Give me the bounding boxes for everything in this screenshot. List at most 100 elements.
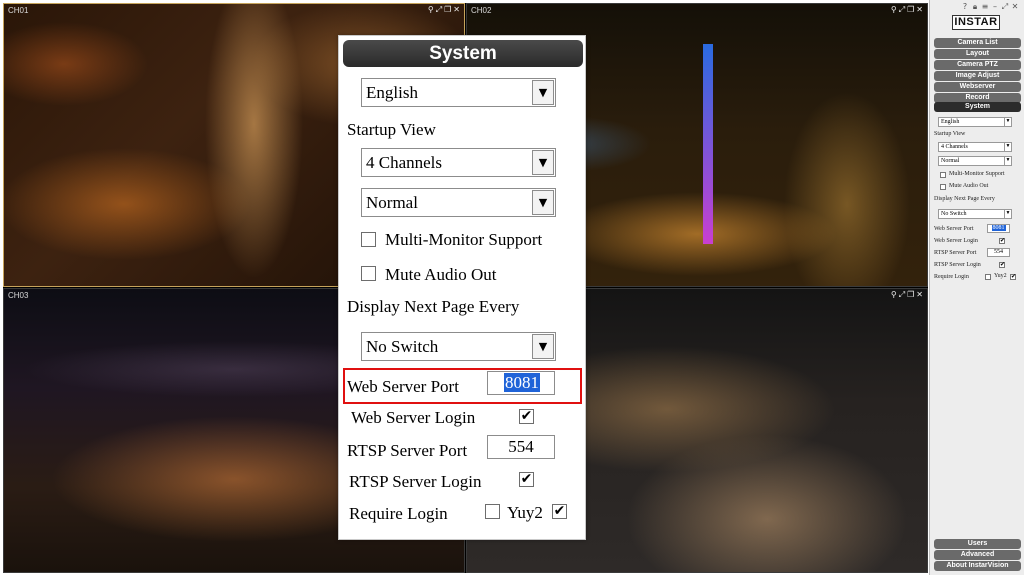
- close-icon[interactable]: ✕: [916, 5, 924, 14]
- sidebar-view-mode-value: Normal: [941, 158, 960, 164]
- sidebar-display-next-label: Display Next Page Every: [934, 196, 995, 202]
- nav-webserver[interactable]: Webserver: [934, 82, 1021, 92]
- nav-users[interactable]: Users: [934, 539, 1021, 549]
- help-icon[interactable]: ?: [960, 2, 970, 11]
- startup-view-label: Startup View: [347, 120, 436, 139]
- rtsp-server-port-input[interactable]: 554: [487, 435, 555, 459]
- sidebar-language-value: English: [941, 119, 960, 125]
- restore-icon[interactable]: ❐: [444, 5, 452, 14]
- rtsp-server-login-label: RTSP Server Login: [349, 472, 482, 491]
- sidebar-web-login-label: Web Server Login: [934, 238, 978, 244]
- nav-system[interactable]: System: [934, 102, 1021, 112]
- sidebar-web-port-value: 8081: [991, 225, 1006, 231]
- sidebar-view-mode-select[interactable]: Normal ▼: [938, 156, 1012, 166]
- sidebar-yuy2-label: Yuy2: [994, 273, 1007, 279]
- camera-toolbar: ⚲⤢❐✕: [427, 5, 461, 15]
- nav-image-adjust[interactable]: Image Adjust: [934, 71, 1021, 81]
- display-next-page-label: Display Next Page Every: [347, 297, 520, 316]
- display-next-value: No Switch: [366, 337, 439, 356]
- chevron-down-icon: ▼: [1004, 210, 1011, 218]
- chevron-down-icon: ▼: [532, 190, 554, 215]
- pin-icon[interactable]: ⚲: [428, 5, 435, 14]
- sidebar-startup-view-label: Startup View: [934, 131, 966, 137]
- rtsp-server-port-label: RTSP Server Port: [347, 441, 468, 460]
- web-server-port-label: Web Server Port: [347, 377, 459, 396]
- display-next-page-select[interactable]: No Switch ▼: [361, 332, 556, 361]
- minimize-icon[interactable]: –: [990, 2, 1000, 11]
- web-server-login-label: Web Server Login: [351, 408, 476, 427]
- nav-camera-list[interactable]: Camera List: [934, 38, 1021, 48]
- multi-monitor-label: Multi-Monitor Support: [385, 230, 543, 249]
- yuy2-label: Yuy2: [507, 503, 543, 522]
- chevron-down-icon: ▼: [532, 334, 554, 359]
- right-sidebar: ? 🔒︎ ≡ – ⤢ ✕ INSTAR Camera List Layout Camera…: [929, 0, 1024, 575]
- sidebar-display-next-value: No Switch: [941, 211, 967, 217]
- sidebar-require-login-label: Require Login: [934, 274, 969, 280]
- sidebar-web-login-checkbox[interactable]: ✔: [999, 238, 1005, 244]
- system-settings-panel: System English ▼ Startup View 4 Channels…: [338, 35, 586, 540]
- fullscreen-icon[interactable]: ⤢: [899, 5, 906, 15]
- language-select[interactable]: English ▼: [361, 78, 556, 107]
- maximize-icon[interactable]: ⤢: [1000, 2, 1010, 12]
- close-icon[interactable]: ✕: [1010, 2, 1020, 11]
- window-controls: ? 🔒︎ ≡ – ⤢ ✕: [960, 2, 1020, 12]
- sidebar-require-login-checkbox[interactable]: [985, 274, 991, 280]
- fullscreen-icon[interactable]: ⤢: [436, 5, 443, 15]
- sidebar-display-next-select[interactable]: No Switch ▼: [938, 209, 1012, 219]
- require-login-label: Require Login: [349, 504, 448, 523]
- yuy2-checkbox[interactable]: ✔: [552, 504, 567, 519]
- camera-toolbar: ⚲⤢❐✕: [890, 290, 924, 300]
- restore-icon[interactable]: ❐: [907, 5, 915, 14]
- sidebar-mute-audio-checkbox[interactable]: [940, 184, 946, 190]
- panel-title: System: [343, 40, 583, 67]
- chevron-down-icon: ▼: [1004, 157, 1011, 165]
- web-server-port-input[interactable]: 8081: [487, 371, 555, 395]
- view-mode-select[interactable]: Normal ▼: [361, 188, 556, 217]
- camera-label: CH01: [8, 6, 29, 15]
- close-icon[interactable]: ✕: [453, 5, 461, 14]
- chevron-down-icon: ▼: [1004, 118, 1011, 126]
- camera-label: CH03: [8, 291, 29, 300]
- nav-advanced[interactable]: Advanced: [934, 550, 1021, 560]
- rtsp-server-login-checkbox[interactable]: ✔: [519, 472, 534, 487]
- sidebar-rtsp-login-label: RTSP Server Login: [934, 262, 981, 268]
- fullscreen-icon[interactable]: ⤢: [899, 290, 906, 300]
- pin-icon[interactable]: ⚲: [891, 290, 898, 299]
- camera-toolbar: ⚲⤢❐✕: [890, 5, 924, 15]
- chevron-down-icon: ▼: [532, 150, 554, 175]
- sidebar-startup-view-select[interactable]: 4 Channels ▼: [938, 142, 1012, 152]
- pin-icon[interactable]: ⚲: [891, 5, 898, 14]
- sidebar-rtsp-port-input[interactable]: 554: [987, 248, 1010, 257]
- nav-camera-ptz[interactable]: Camera PTZ: [934, 60, 1021, 70]
- nav-layout[interactable]: Layout: [934, 49, 1021, 59]
- language-value: English: [366, 83, 418, 102]
- close-icon[interactable]: ✕: [916, 290, 924, 299]
- sidebar-mute-audio-label: Mute Audio Out: [949, 183, 989, 189]
- nav-about[interactable]: About InstarVision: [934, 561, 1021, 571]
- mute-audio-checkbox[interactable]: [361, 266, 376, 281]
- startup-view-select[interactable]: 4 Channels ▼: [361, 148, 556, 177]
- sidebar-rtsp-login-checkbox[interactable]: ✔: [999, 262, 1005, 268]
- camera-label: CH02: [471, 6, 492, 15]
- sidebar-yuy2-checkbox[interactable]: ✔: [1010, 274, 1016, 280]
- require-login-checkbox[interactable]: [485, 504, 500, 519]
- sidebar-startup-view-value: 4 Channels: [941, 144, 968, 150]
- web-server-port-value: 8081: [504, 373, 540, 392]
- mute-audio-label: Mute Audio Out: [385, 265, 497, 284]
- tv-tower-image: [703, 44, 713, 244]
- restore-icon[interactable]: ❐: [907, 290, 915, 299]
- sidebar-web-port-label: Web Server Port: [934, 226, 974, 232]
- multi-monitor-checkbox[interactable]: [361, 232, 376, 247]
- sidebar-language-select[interactable]: English ▼: [938, 117, 1012, 127]
- sidebar-multi-monitor-checkbox[interactable]: [940, 172, 946, 178]
- web-server-login-checkbox[interactable]: ✔: [519, 409, 534, 424]
- instar-logo: INSTAR: [952, 15, 1000, 30]
- lock-icon[interactable]: 🔒︎: [970, 2, 980, 12]
- sidebar-rtsp-port-label: RTSP Server Port: [934, 250, 977, 256]
- sidebar-multi-monitor-label: Multi-Monitor Support: [949, 171, 1005, 177]
- view-mode-value: Normal: [366, 193, 418, 212]
- sidebar-web-port-input[interactable]: 8081: [987, 224, 1010, 233]
- chevron-down-icon: ▼: [1004, 143, 1011, 151]
- chevron-down-icon: ▼: [532, 80, 554, 105]
- menu-icon[interactable]: ≡: [980, 2, 990, 11]
